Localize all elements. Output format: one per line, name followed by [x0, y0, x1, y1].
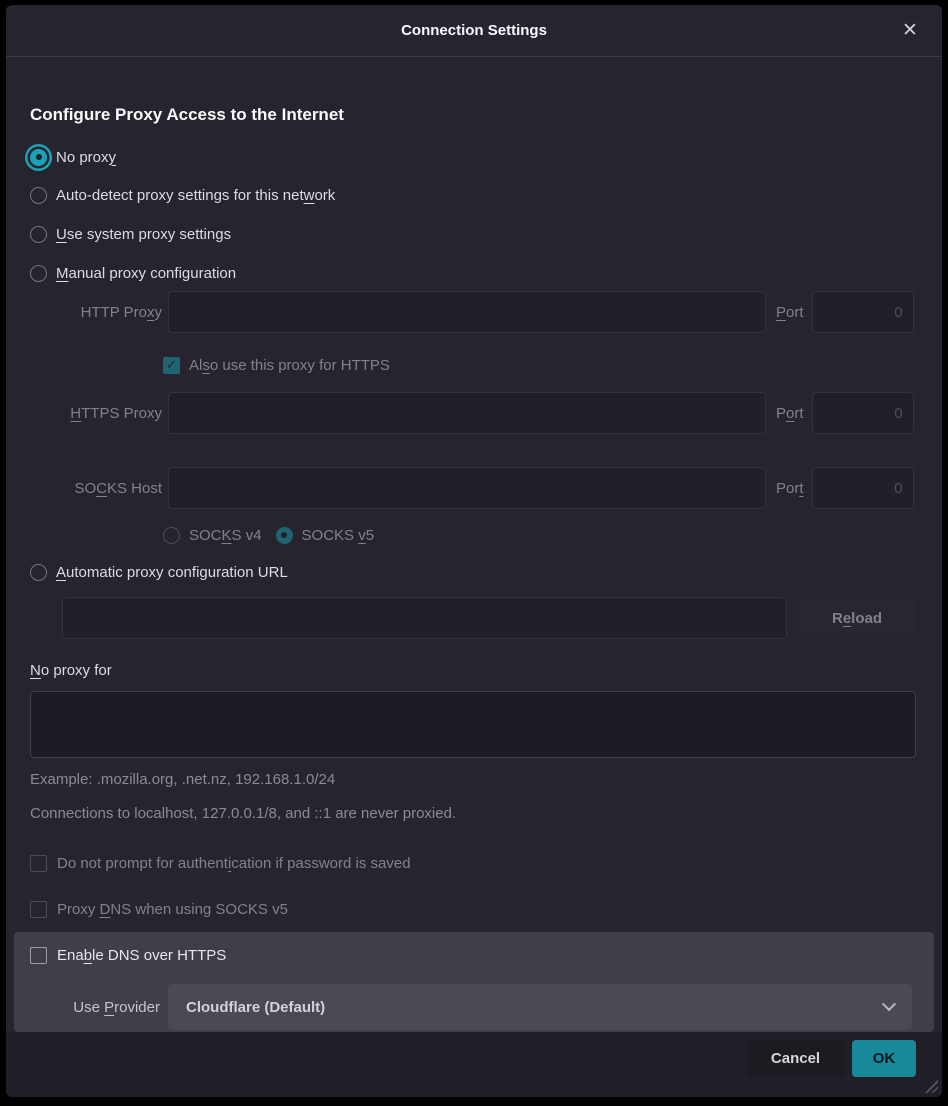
resize-grip[interactable]: [923, 1078, 938, 1093]
doh-provider-select[interactable]: Cloudflare (Default): [168, 984, 912, 1030]
close-icon[interactable]: ✕: [898, 19, 922, 43]
reload-button[interactable]: Reload: [798, 598, 916, 638]
socks-port-label: Port: [776, 480, 804, 497]
dialog-title: Connection Settings: [401, 22, 547, 39]
radio-icon-manual-proxy[interactable]: [30, 265, 47, 282]
enable-doh-checkbox-row[interactable]: Enable DNS over HTTPS: [30, 945, 226, 965]
radio-system-proxy[interactable]: Use system proxy settings: [30, 223, 231, 245]
checkbox-icon-enable-doh[interactable]: [30, 947, 47, 964]
radio-icon-socks-v5[interactable]: [276, 527, 293, 544]
https-proxy-row: HTTPS Proxy Port: [30, 392, 916, 434]
radio-label: Automatic proxy configuration URL: [56, 564, 288, 581]
radio-label: SOCKS v5: [302, 527, 375, 544]
http-port-label: Port: [776, 304, 804, 321]
socks-host-input[interactable]: [168, 467, 766, 509]
checkbox-icon-proxy-dns[interactable]: [30, 901, 47, 918]
https-proxy-input[interactable]: [168, 392, 766, 434]
radio-label: Auto-detect proxy settings for this netw…: [56, 187, 335, 204]
checkbox-icon-also-https[interactable]: ✓: [163, 357, 180, 374]
https-port-input[interactable]: [812, 392, 914, 434]
radio-icon-auto-detect[interactable]: [30, 187, 47, 204]
socks-host-row: SOCKS Host Port: [30, 467, 916, 509]
radio-icon-system-proxy[interactable]: [30, 226, 47, 243]
radio-manual-proxy[interactable]: Manual proxy configuration: [30, 262, 236, 284]
no-proxy-for-label: No proxy for: [30, 662, 112, 679]
also-https-checkbox-row[interactable]: ✓ Also use this proxy for HTTPS: [163, 355, 390, 375]
https-proxy-label: HTTPS Proxy: [30, 405, 162, 422]
radio-socks-v4[interactable]: SOCKS v4: [163, 527, 262, 544]
no-prompt-auth-label: Do not prompt for authentication if pass…: [57, 855, 411, 872]
cancel-button[interactable]: Cancel: [747, 1040, 844, 1077]
checkbox-icon-no-prompt-auth[interactable]: [30, 855, 47, 872]
also-https-label: Also use this proxy for HTTPS: [189, 357, 390, 374]
auto-url-input[interactable]: [62, 597, 787, 639]
page-title: Configure Proxy Access to the Internet: [30, 105, 344, 125]
radio-label: SOCKS v4: [189, 527, 262, 544]
no-proxy-for-textarea[interactable]: [30, 691, 916, 758]
chevron-down-icon: [882, 997, 896, 1011]
titlebar: Connection Settings ✕: [6, 5, 942, 57]
never-proxied-text: Connections to localhost, 127.0.0.1/8, a…: [30, 805, 456, 822]
https-port-label: Port: [776, 405, 804, 422]
socks-host-label: SOCKS Host: [30, 480, 162, 497]
radio-auto-detect[interactable]: Auto-detect proxy settings for this netw…: [30, 184, 335, 206]
radio-label: Use system proxy settings: [56, 226, 231, 243]
doh-provider-value: Cloudflare (Default): [186, 999, 325, 1016]
socks-version-row: SOCKS v4 SOCKS v5: [163, 524, 374, 546]
auto-url-row: Reload: [62, 597, 916, 639]
connection-settings-dialog: Connection Settings ✕ Configure Proxy Ac…: [6, 5, 942, 1097]
radio-no-proxy[interactable]: No proxy: [30, 146, 116, 168]
radio-icon-socks-v4[interactable]: [163, 527, 180, 544]
radio-socks-v5[interactable]: SOCKS v5: [276, 527, 375, 544]
no-prompt-auth-checkbox-row[interactable]: Do not prompt for authentication if pass…: [30, 853, 411, 873]
check-icon: ✓: [166, 357, 177, 373]
radio-label: No proxy: [56, 149, 116, 166]
http-proxy-input[interactable]: [168, 291, 766, 333]
enable-doh-label: Enable DNS over HTTPS: [57, 947, 226, 964]
doh-provider-row: Use Provider Cloudflare (Default): [30, 984, 934, 1030]
dialog-footer: Cancel OK: [6, 1032, 942, 1097]
example-text: Example: .mozilla.org, .net.nz, 192.168.…: [30, 771, 335, 788]
proxy-dns-label: Proxy DNS when using SOCKS v5: [57, 901, 288, 918]
radio-label: Manual proxy configuration: [56, 265, 236, 282]
http-port-input[interactable]: [812, 291, 914, 333]
radio-icon-no-proxy[interactable]: [30, 149, 47, 166]
http-proxy-label: HTTP Proxy: [30, 304, 162, 321]
socks-port-input[interactable]: [812, 467, 914, 509]
use-provider-label: Use Provider: [30, 999, 160, 1016]
radio-icon-auto-url[interactable]: [30, 564, 47, 581]
radio-auto-url[interactable]: Automatic proxy configuration URL: [30, 561, 288, 583]
ok-button[interactable]: OK: [852, 1040, 916, 1077]
http-proxy-row: HTTP Proxy Port: [30, 291, 916, 333]
dns-over-https-section: Enable DNS over HTTPS Use Provider Cloud…: [14, 932, 934, 1032]
proxy-dns-checkbox-row[interactable]: Proxy DNS when using SOCKS v5: [30, 899, 288, 919]
